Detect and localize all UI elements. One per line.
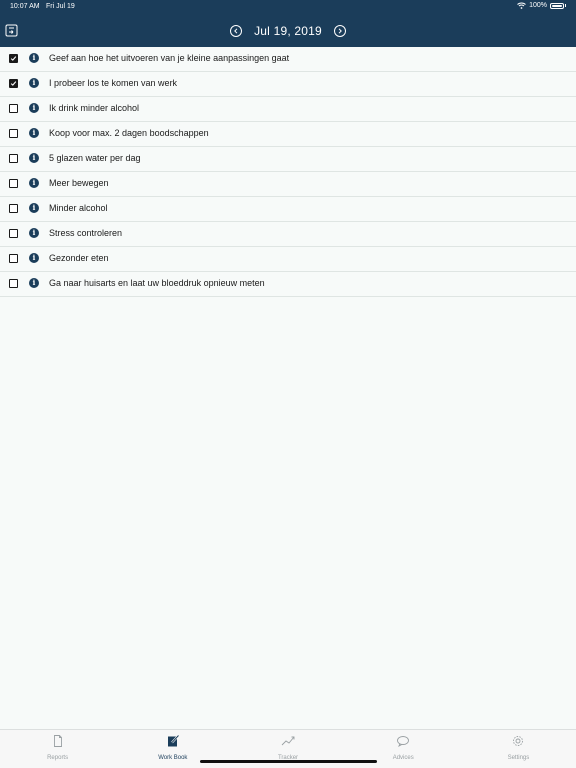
task-label: Gezonder eten: [49, 253, 109, 263]
info-icon[interactable]: i: [29, 178, 39, 188]
home-indicator: [200, 760, 377, 763]
task-checkbox[interactable]: [9, 229, 18, 238]
trend-chart-icon: [281, 734, 295, 753]
task-row[interactable]: i Minder alcohol: [0, 197, 576, 222]
task-row[interactable]: i 5 glazen water per dag: [0, 147, 576, 172]
chevron-left-icon: [234, 28, 238, 34]
date-navigator: Jul 19, 2019: [0, 22, 576, 40]
task-checkbox[interactable]: [9, 79, 18, 88]
status-indicators: 100%: [517, 2, 566, 9]
battery-percentage: 100%: [529, 2, 547, 9]
tab-reports[interactable]: Reports: [0, 730, 115, 768]
document-icon: [51, 734, 65, 753]
task-label: Ik drink minder alcohol: [49, 103, 140, 113]
info-icon[interactable]: i: [29, 78, 39, 88]
task-label: Koop voor max. 2 dagen boodschappen: [49, 128, 209, 138]
task-row[interactable]: i Ik drink minder alcohol: [0, 97, 576, 122]
notebook-pencil-icon: [166, 734, 180, 753]
tab-settings[interactable]: Settings: [461, 730, 576, 768]
task-label: 5 glazen water per dag: [49, 153, 141, 163]
task-label: I probeer los te komen van werk: [49, 78, 178, 88]
previous-day-button[interactable]: [230, 25, 243, 37]
task-checkbox[interactable]: [9, 279, 18, 288]
task-row[interactable]: i Meer bewegen: [0, 172, 576, 197]
chevron-right-icon: [338, 28, 342, 34]
task-row[interactable]: i Ga naar huisarts en laat uw bloeddruk …: [0, 272, 576, 297]
task-label: Geef aan hoe het uitvoeren van je kleine…: [49, 53, 290, 63]
speech-bubble-icon: [396, 734, 410, 753]
task-checkbox[interactable]: [9, 204, 18, 213]
info-icon[interactable]: i: [29, 278, 39, 288]
info-icon[interactable]: i: [29, 128, 39, 138]
status-date: Fri Jul 19: [46, 3, 75, 10]
task-label: Ga naar huisarts en laat uw bloeddruk op…: [49, 278, 265, 288]
info-icon[interactable]: i: [29, 203, 39, 213]
checkmark-icon: [10, 56, 17, 61]
status-time: 10:07 AM: [10, 3, 40, 10]
next-day-button[interactable]: [333, 25, 346, 37]
tab-label: Work Book: [158, 755, 188, 761]
task-row[interactable]: i Koop voor max. 2 dagen boodschappen: [0, 122, 576, 147]
task-label: Stress controleren: [49, 228, 123, 238]
task-label: Meer bewegen: [49, 178, 109, 188]
current-date[interactable]: Jul 19, 2019: [254, 24, 322, 38]
task-checkbox[interactable]: [9, 254, 18, 263]
task-row[interactable]: i Gezonder eten: [0, 247, 576, 272]
task-list: i Geef aan hoe het uitvoeren van je klei…: [0, 47, 576, 297]
info-icon[interactable]: i: [29, 103, 39, 113]
checkmark-icon: [10, 81, 17, 86]
task-checkbox[interactable]: [9, 129, 18, 138]
task-label: Minder alcohol: [49, 203, 108, 213]
task-row[interactable]: i I probeer los te komen van werk: [0, 72, 576, 97]
tab-label: Settings: [507, 755, 530, 761]
task-checkbox[interactable]: [9, 154, 18, 163]
info-icon[interactable]: i: [29, 153, 39, 163]
battery-tip: [565, 4, 566, 7]
info-icon[interactable]: i: [29, 253, 39, 263]
task-row[interactable]: i Geef aan hoe het uitvoeren van je klei…: [0, 47, 576, 72]
info-icon[interactable]: i: [29, 53, 39, 63]
info-icon[interactable]: i: [29, 228, 39, 238]
gear-icon: [511, 734, 525, 753]
header-bar: 10:07 AM Fri Jul 19 100% Jul 19, 2019: [0, 0, 576, 47]
tab-label: Advices: [392, 755, 414, 761]
wifi-icon: [517, 2, 526, 9]
task-checkbox[interactable]: [9, 104, 18, 113]
battery-icon: [550, 2, 564, 9]
tab-label: Reports: [47, 755, 69, 761]
status-bar: 10:07 AM Fri Jul 19 100%: [0, 0, 576, 14]
task-checkbox[interactable]: [9, 54, 18, 63]
workbook-screen: 10:07 AM Fri Jul 19 100% Jul 19, 2019 i …: [0, 0, 576, 768]
task-checkbox[interactable]: [9, 179, 18, 188]
task-row[interactable]: i Stress controleren: [0, 222, 576, 247]
